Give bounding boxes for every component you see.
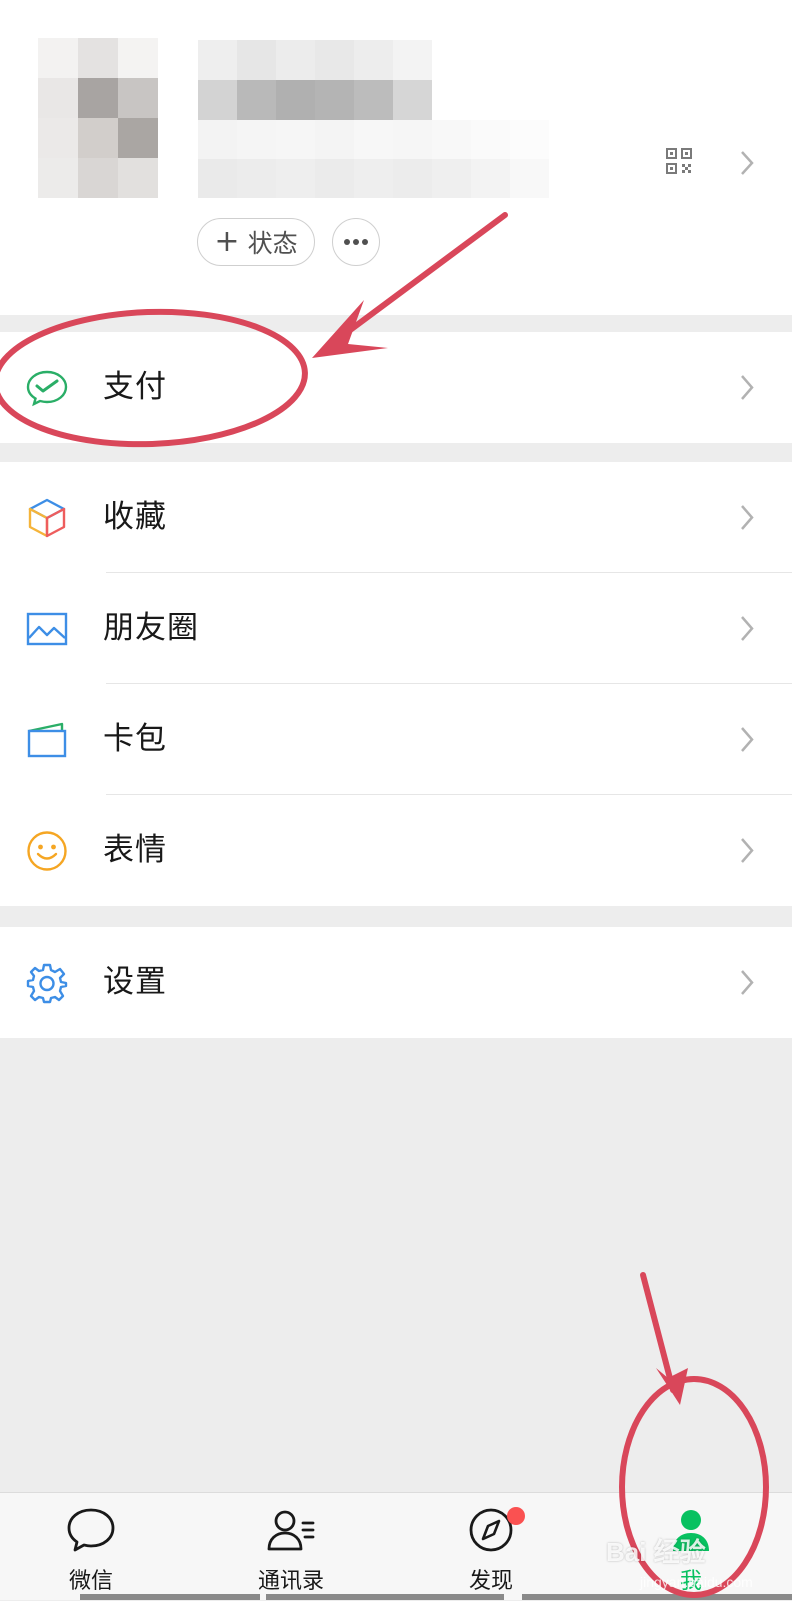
baidu-watermark: Bai 经验	[606, 1537, 706, 1567]
profile-header[interactable]: + 状态	[0, 0, 792, 315]
menu-label-moments: 朋友圈	[103, 610, 199, 646]
more-button[interactable]	[332, 218, 380, 266]
menu-item-card-package[interactable]: 卡包	[0, 684, 792, 795]
notification-badge	[507, 1507, 525, 1525]
cube-icon	[28, 498, 66, 538]
menu-label-card-package: 卡包	[103, 721, 167, 757]
content-section: 收藏 朋友圈 卡包 表情	[0, 462, 792, 906]
chevron-right-icon	[741, 727, 754, 752]
screen-edge-strip	[522, 1594, 792, 1600]
plus-icon: +	[214, 224, 240, 259]
chevron-right-icon	[741, 616, 754, 641]
menu-label-pay: 支付	[103, 369, 167, 405]
menu-label-settings: 设置	[103, 964, 167, 1000]
tab-label-contacts: 通讯录	[257, 1569, 324, 1594]
wechat-pay-icon	[26, 370, 68, 407]
chevron-right-icon	[741, 505, 754, 530]
chevron-right-icon	[741, 838, 754, 863]
qr-code-icon[interactable]	[666, 148, 692, 174]
wechat-id-blurred	[198, 120, 554, 198]
status-label: 状态	[247, 229, 298, 258]
arrowhead-me	[656, 1368, 688, 1405]
tab-label-chats: 微信	[68, 1569, 113, 1594]
pay-section: 支付	[0, 332, 792, 443]
menu-item-favorites[interactable]: 收藏	[0, 462, 792, 573]
menu-label-stickers: 表情	[103, 832, 167, 868]
menu-item-settings[interactable]: 设置	[0, 927, 792, 1038]
chevron-right-icon	[741, 375, 754, 400]
screen-edge-strip	[80, 1594, 260, 1600]
menu-item-pay[interactable]: 支付	[0, 332, 792, 443]
tab-label-discover: 发现	[468, 1569, 513, 1594]
gear-icon	[26, 963, 68, 1004]
tab-chats[interactable]: 微信	[41, 1493, 141, 1601]
nickname-blurred	[198, 40, 434, 120]
ellipsis-icon	[344, 239, 368, 245]
menu-item-stickers[interactable]: 表情	[0, 795, 792, 906]
card-icon	[27, 722, 67, 758]
chat-bubble-icon	[67, 1508, 115, 1552]
menu-item-moments[interactable]: 朋友圈	[0, 573, 792, 684]
annotation-arrow-me	[640, 1272, 676, 1393]
avatar[interactable]	[38, 38, 158, 198]
menu-label-favorites: 收藏	[103, 499, 167, 535]
screen-edge-strip	[266, 1594, 504, 1600]
chevron-right-icon	[741, 970, 754, 995]
tab-discover[interactable]: 发现	[441, 1493, 541, 1601]
tab-contacts[interactable]: 通讯录	[241, 1493, 341, 1601]
smiley-icon	[27, 831, 67, 871]
add-status-button[interactable]: + 状态	[197, 218, 315, 266]
picture-icon	[26, 612, 68, 646]
baidu-watermark-url: jingyan.baidu.com	[640, 1574, 753, 1590]
settings-section: 设置	[0, 927, 792, 1038]
contacts-icon	[267, 1510, 315, 1551]
chevron-right-icon[interactable]	[740, 150, 754, 176]
